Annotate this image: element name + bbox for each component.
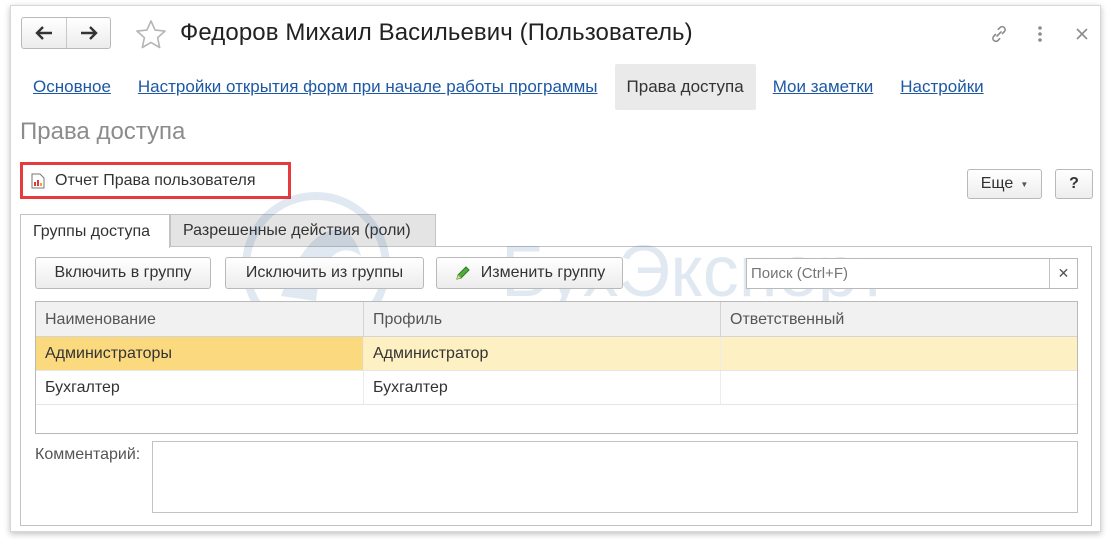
table-row[interactable]: Администраторы Администратор xyxy=(36,337,1077,371)
chevron-down-icon: ▼ xyxy=(1020,179,1029,189)
more-button-label: Еще xyxy=(980,175,1014,192)
cell-responsible xyxy=(721,337,1077,370)
table-header: Наименование Профиль Ответственный xyxy=(36,302,1077,337)
link-icon[interactable] xyxy=(989,22,1009,46)
more-button[interactable]: Еще ▼ xyxy=(967,169,1042,199)
clear-search-icon[interactable]: ✕ xyxy=(1049,259,1077,288)
comment-label: Комментарий: xyxy=(35,446,141,463)
section-startup-forms[interactable]: Настройки открытия форм при начале работ… xyxy=(128,64,608,110)
cell-responsible xyxy=(721,371,1077,404)
access-groups-table: Наименование Профиль Ответственный Админ… xyxy=(35,301,1078,434)
report-chart-icon xyxy=(31,173,45,188)
cell-profile: Администратор xyxy=(364,337,721,370)
arrow-right-icon xyxy=(80,26,98,40)
edit-group-button[interactable]: Изменить группу xyxy=(436,257,623,289)
column-header-profile[interactable]: Профиль xyxy=(364,302,721,336)
back-button[interactable] xyxy=(22,18,66,48)
cell-name: Бухгалтер xyxy=(36,371,364,404)
window-title: Федоров Михаил Васильевич (Пользователь) xyxy=(180,19,693,46)
page-title: Права доступа xyxy=(20,118,186,145)
user-form-window: Федоров Михаил Васильевич (Пользователь)… xyxy=(10,5,1101,532)
user-rights-report-button[interactable]: Отчет Права пользователя xyxy=(20,162,291,199)
column-header-responsible[interactable]: Ответственный xyxy=(721,302,1077,336)
section-tabs: Основное Настройки открытия форм при нач… xyxy=(23,64,1001,110)
star-icon[interactable] xyxy=(135,19,167,51)
edit-group-label: Изменить группу xyxy=(480,264,606,281)
column-header-name[interactable]: Наименование xyxy=(36,302,364,336)
include-in-group-button[interactable]: Включить в группу xyxy=(35,257,211,289)
exclude-from-group-button[interactable]: Исключить из группы xyxy=(225,257,424,289)
vertical-dots-icon[interactable] xyxy=(1030,22,1050,46)
section-my-notes[interactable]: Мои заметки xyxy=(763,64,884,110)
tab-allowed-actions[interactable]: Разрешенные действия (роли) xyxy=(170,214,436,247)
navigation-buttons xyxy=(21,17,111,49)
help-button[interactable]: ? xyxy=(1055,169,1093,199)
comment-field[interactable] xyxy=(152,441,1078,513)
cell-name: Администраторы xyxy=(36,337,364,370)
section-settings[interactable]: Настройки xyxy=(890,64,993,110)
report-button-label: Отчет Права пользователя xyxy=(55,171,256,189)
section-access-rights[interactable]: Права доступа xyxy=(614,64,756,110)
arrow-left-icon xyxy=(35,26,52,40)
forward-button[interactable] xyxy=(66,18,110,48)
tab-access-groups[interactable]: Группы доступа xyxy=(20,214,170,248)
close-icon[interactable] xyxy=(1072,22,1092,46)
section-main[interactable]: Основное xyxy=(23,64,121,110)
pencil-icon xyxy=(456,266,470,280)
table-row[interactable]: Бухгалтер Бухгалтер xyxy=(36,371,1077,405)
cell-profile: Бухгалтер xyxy=(364,371,721,404)
search-input[interactable] xyxy=(747,259,1049,288)
search-box: ✕ xyxy=(746,258,1078,289)
